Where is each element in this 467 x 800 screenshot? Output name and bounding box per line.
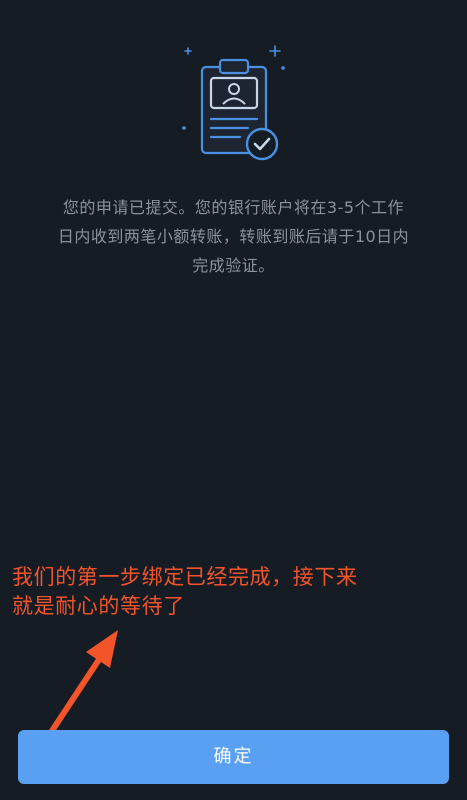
bank-verification-screen: 您的申请已提交。您的银行账户将在3-5个工作 日内收到两笔小额转账，转账到账后请… [0, 0, 467, 800]
clipboard-verified-icon [182, 45, 285, 161]
message-line: 您的申请已提交。您的银行账户将在3-5个工作 [62, 198, 405, 217]
message-line: 完成验证。 [192, 256, 275, 275]
message-line: 日内收到两笔小额转账，转账到账后请于10日内 [57, 227, 410, 246]
annotation-line: 我们的第一步绑定已经完成，接下来 [12, 565, 358, 589]
submission-message: 您的申请已提交。您的银行账户将在3-5个工作 日内收到两笔小额转账，转账到账后请… [30, 193, 437, 280]
annotation-text: 我们的第一步绑定已经完成，接下来 就是耐心的等待了 [12, 563, 462, 621]
annotation-line: 就是耐心的等待了 [12, 594, 185, 618]
confirm-button[interactable]: 确定 [18, 730, 449, 784]
